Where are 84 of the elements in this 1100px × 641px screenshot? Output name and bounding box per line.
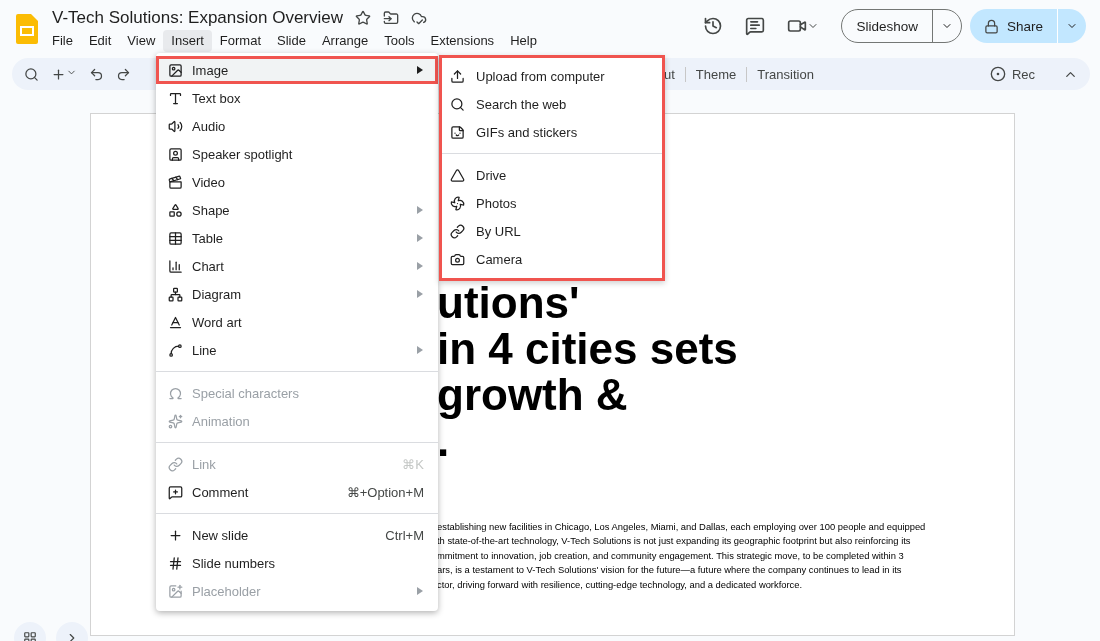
- comment-icon[interactable]: [745, 16, 766, 36]
- menu-item[interactable]: Slide: [269, 30, 314, 52]
- menu-option[interactable]: Text box: [156, 84, 438, 112]
- slide-title-line: in 4 cities sets: [437, 326, 738, 372]
- folder-icon[interactable]: [383, 10, 400, 26]
- shapes-icon: [168, 202, 184, 218]
- menu-item[interactable]: Format: [211, 30, 269, 52]
- menu-item[interactable]: Edit: [80, 30, 120, 52]
- diagram-icon: [168, 286, 184, 302]
- image-icon: [168, 62, 184, 78]
- slide-body-line: th state-of-the-art technology, V-Tech Solutions is not just expanding its geographic footprint but also reinforcing its: [437, 534, 911, 549]
- menu-option[interactable]: Diagram: [156, 280, 438, 308]
- menu-option[interactable]: Audio: [156, 112, 438, 140]
- star-icon[interactable]: [355, 10, 372, 26]
- slide-body-line: ctor, driving forward with resilience, cutting-edge technology, and a dedicated workforce.: [437, 577, 803, 592]
- menu-option[interactable]: Image: [156, 56, 438, 84]
- toolbar-button[interactable]: Transition: [746, 66, 824, 82]
- text-box-icon: [168, 90, 184, 106]
- record-button[interactable]: Rec: [983, 65, 1041, 83]
- submenu-option[interactable]: Upload from computer: [442, 62, 662, 90]
- menu-option[interactable]: Chart: [156, 252, 438, 280]
- menu-option[interactable]: Comment ⌘+Option+M: [156, 478, 438, 506]
- menu-option[interactable]: Video: [156, 168, 438, 196]
- table-icon: [168, 230, 184, 246]
- menu-item[interactable]: View: [119, 30, 164, 52]
- menu-item[interactable]: Insert: [163, 30, 212, 52]
- menu-option[interactable]: Table: [156, 224, 438, 252]
- slide-title-line: .: [437, 418, 450, 464]
- share-button[interactable]: Share: [969, 9, 1058, 43]
- toolbar-button[interactable]: ut: [664, 66, 685, 82]
- grid-icon: [23, 631, 37, 641]
- menu-item[interactable]: Tools: [376, 30, 423, 52]
- menu-option[interactable]: Line: [156, 336, 438, 364]
- menu-option[interactable]: New slide Ctrl+M: [156, 521, 438, 549]
- slide-body-line: ars, is a testament to V-Tech Solutions' vision for the future—a future where the company continues to lead in its: [437, 563, 902, 578]
- slide-title-line: utions': [437, 280, 580, 326]
- sparkles-icon: [168, 413, 184, 429]
- undo-icon[interactable]: [89, 66, 104, 82]
- redo-icon[interactable]: [116, 66, 131, 82]
- sticker-icon: [450, 124, 466, 140]
- slide-body-line: establishing new facilities in Chicago, Los Angeles, Miami, and Dallas, each employing over 100 people and equipped: [437, 520, 926, 534]
- menu-item[interactable]: Help: [502, 30, 545, 52]
- comment-icon: [168, 484, 184, 500]
- person-icon: [168, 146, 184, 162]
- link-icon: [450, 223, 466, 239]
- toolbar-button[interactable]: Theme: [684, 66, 747, 82]
- plus-icon[interactable]: [51, 66, 77, 82]
- camera-icon: [450, 251, 466, 267]
- menu-item[interactable]: Arrange: [313, 30, 377, 52]
- pinwheel-icon: [450, 195, 466, 211]
- search-icon[interactable]: [24, 66, 39, 82]
- submenu-option[interactable]: Camera: [442, 245, 662, 273]
- image-plus-icon: [168, 583, 184, 599]
- menu-option[interactable]: Slide numbers: [156, 549, 438, 577]
- menu-option[interactable]: Speaker spotlight: [156, 140, 438, 168]
- submenu-option[interactable]: Photos: [442, 189, 662, 217]
- film-icon: [168, 174, 184, 190]
- triangle-icon: [450, 167, 466, 183]
- lock-icon: [983, 18, 999, 34]
- upload-icon: [450, 68, 466, 84]
- menu-option[interactable]: Shape: [156, 196, 438, 224]
- omega-icon: [168, 385, 184, 401]
- plus-icon: [168, 527, 184, 543]
- submenu-option[interactable]: By URL: [442, 217, 662, 245]
- search-icon: [450, 96, 466, 112]
- record-icon: [989, 66, 1006, 82]
- letter-icon: [168, 314, 184, 330]
- menu-item[interactable]: Extensions: [422, 30, 503, 52]
- submenu-option[interactable]: GIFs and stickers: [442, 118, 662, 146]
- submenu-option[interactable]: Search the web: [442, 90, 662, 118]
- menu-item[interactable]: File: [44, 30, 81, 52]
- line-icon: [168, 342, 184, 358]
- slide-body-line: mmitment to innovation, job creation, and community engagement. This strategic move, to be completed within 3: [437, 548, 904, 563]
- slide-title-line: growth &: [437, 372, 628, 418]
- submenu-option[interactable]: Drive: [442, 161, 662, 189]
- chart-icon: [168, 258, 184, 274]
- speaker-icon: [168, 118, 184, 134]
- hash-icon: [168, 555, 184, 571]
- history-icon[interactable]: [703, 16, 724, 36]
- link-icon: [168, 456, 184, 472]
- slideshow-button[interactable]: Slideshow: [842, 10, 933, 42]
- menu-option[interactable]: Word art: [156, 308, 438, 336]
- document-title[interactable]: V-Tech Solutions: Expansion Overview: [52, 8, 344, 28]
- cloud-check-icon[interactable]: [411, 10, 428, 26]
